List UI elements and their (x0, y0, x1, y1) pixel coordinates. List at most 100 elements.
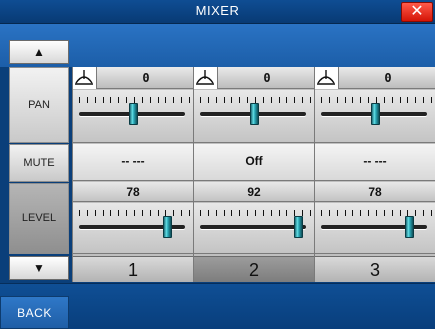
level-header: 92 (194, 182, 314, 202)
scale-tick (431, 97, 432, 103)
level-slider[interactable] (73, 203, 193, 254)
scale-tick (383, 210, 385, 216)
scale-tick (181, 97, 183, 103)
scale-tick (223, 97, 225, 103)
scale-tick (344, 97, 346, 103)
pan-icon (315, 67, 339, 89)
level-slider[interactable] (315, 203, 435, 254)
channel-grid: 0 -- --- 78 1 0 Off 92 2 0 -- --- 78 3 (72, 67, 435, 282)
scale-tick (336, 210, 338, 216)
scale-tick (126, 97, 128, 103)
scale-tick (423, 210, 425, 216)
pan-slider[interactable] (194, 90, 314, 143)
scale-tick (102, 97, 104, 103)
scale-tick (255, 210, 256, 216)
scale-tick (360, 210, 362, 216)
scale-tick (215, 97, 217, 103)
scale-tick (200, 210, 201, 216)
scale-tick (189, 97, 190, 103)
scale-tick (302, 97, 304, 103)
scale-tick (321, 97, 322, 103)
level-knob[interactable] (404, 216, 414, 238)
close-button[interactable]: ✕ (401, 2, 433, 22)
scale-tick (294, 97, 296, 103)
scale-tick (278, 210, 280, 216)
scale-tick (223, 210, 225, 216)
scale-tick (423, 97, 425, 103)
level-knob[interactable] (162, 216, 172, 238)
scale-tick (126, 210, 128, 216)
level-header: 78 (73, 182, 193, 202)
channel-tab-3[interactable]: 3 (315, 256, 435, 282)
scale-tick (336, 97, 338, 103)
scale-tick (149, 97, 151, 103)
pan-slider[interactable] (73, 90, 193, 143)
scale-tick (102, 210, 104, 216)
scale-tick (391, 210, 393, 216)
channel-number: 3 (369, 260, 380, 280)
scale-tick (328, 210, 330, 216)
scale-tick (247, 97, 249, 103)
scale-tick (231, 97, 233, 103)
close-icon: ✕ (410, 3, 424, 20)
row-label-pan: PAN (9, 67, 69, 143)
mute-toggle[interactable]: -- --- (73, 144, 193, 181)
window-title: MIXER (195, 3, 240, 18)
pan-header: 0 (315, 67, 435, 89)
level-header: 78 (315, 182, 435, 202)
level-slider[interactable] (194, 203, 314, 254)
scale-tick (86, 97, 88, 103)
scale-tick (352, 210, 354, 216)
scale-tick (86, 210, 88, 216)
scale-tick (376, 210, 377, 216)
scale-tick (383, 97, 385, 103)
scale-tick (352, 97, 354, 103)
scale-tick (110, 210, 112, 216)
channel-tab-2[interactable]: 2 (194, 256, 314, 282)
level-value: 78 (368, 185, 382, 199)
pan-icon (194, 67, 218, 89)
channel-tab-1[interactable]: 1 (73, 256, 193, 282)
scale-tick (181, 210, 183, 216)
level-knob[interactable] (294, 216, 304, 238)
scale-tick (270, 210, 272, 216)
scale-tick (141, 210, 143, 216)
pan-slider[interactable] (315, 90, 435, 143)
scale-tick (189, 210, 190, 216)
down-arrow-icon: ▼ (33, 261, 45, 275)
scroll-up-button[interactable]: ▲ (9, 40, 69, 64)
mute-toggle[interactable]: -- --- (315, 144, 435, 181)
mute-status: Off (245, 154, 263, 168)
scale-tick (94, 97, 96, 103)
scale-tick (415, 97, 417, 103)
scale-tick (431, 210, 432, 216)
scale-tick (118, 210, 120, 216)
scale-tick (141, 97, 143, 103)
scale-tick (321, 210, 322, 216)
scale-tick (310, 97, 311, 103)
pan-knob[interactable] (249, 103, 259, 125)
mute-toggle[interactable]: Off (194, 144, 314, 181)
scale-tick (310, 210, 311, 216)
scale-tick (118, 97, 120, 103)
back-button[interactable]: BACK (0, 296, 69, 329)
pan-knob[interactable] (370, 103, 380, 125)
scale-tick (262, 97, 264, 103)
pan-value: 0 (384, 71, 392, 85)
pan-header: 0 (194, 67, 314, 89)
scale-tick (79, 210, 80, 216)
scale-tick (344, 210, 346, 216)
scale-tick (157, 97, 159, 103)
mute-status: -- --- (363, 154, 387, 168)
scale-tick (231, 210, 233, 216)
scale-tick (399, 97, 401, 103)
scroll-down-button[interactable]: ▼ (9, 256, 69, 280)
scale-tick (247, 210, 249, 216)
scale-tick (360, 97, 362, 103)
pan-value: 0 (263, 71, 271, 85)
scale-tick (134, 210, 135, 216)
scale-tick (328, 97, 330, 103)
pan-knob[interactable] (128, 103, 138, 125)
scale-tick (157, 210, 159, 216)
scale-tick (286, 210, 288, 216)
